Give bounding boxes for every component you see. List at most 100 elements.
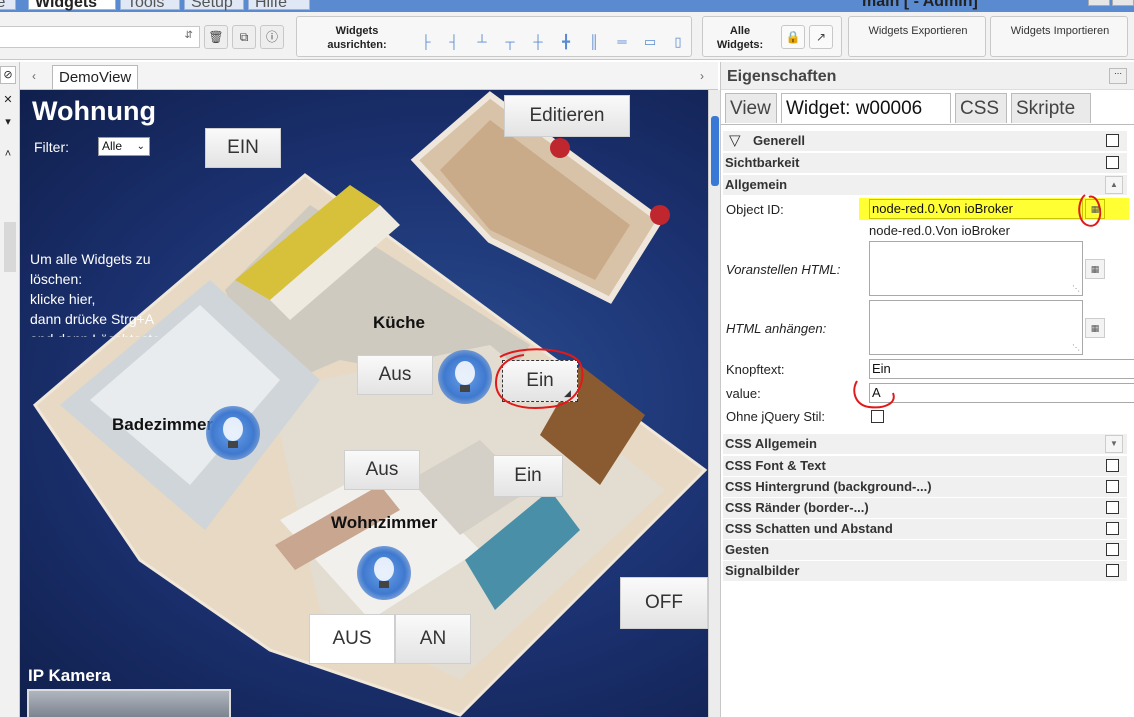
section-css-font-checkbox[interactable]: [1106, 459, 1119, 472]
same-height-icon[interactable]: ▯: [671, 34, 685, 50]
ip-kamera-label: IP Kamera: [28, 666, 111, 685]
button-text-input[interactable]: Ein: [869, 359, 1134, 379]
external-link-icon: ↗: [815, 30, 827, 44]
distribute-h-icon[interactable]: ║: [587, 34, 601, 50]
left-panel-strip: ⊘ ✕ ▾ ˄: [0, 62, 20, 717]
section-generell[interactable]: ▽ Generell: [723, 131, 1127, 151]
menu-tab-file[interactable]: ie: [0, 0, 16, 11]
view-canvas[interactable]: Wohnung Filter: Alle ⌄ EIN Editieren Um …: [20, 90, 708, 717]
align-left-icon[interactable]: ├: [419, 34, 433, 50]
append-html-input[interactable]: ⋱: [869, 300, 1083, 355]
external-button[interactable]: ↗: [809, 25, 833, 49]
prepend-html-edit-button[interactable]: ▦: [1085, 259, 1105, 279]
section-signalbilder[interactable]: Signalbilder: [723, 561, 1127, 581]
section-css-font[interactable]: CSS Font & Text: [723, 456, 1127, 476]
info-button[interactable]: ⓘ: [260, 25, 284, 49]
section-css-border-checkbox[interactable]: [1106, 501, 1119, 514]
aus-button-kueche[interactable]: Aus: [357, 355, 433, 395]
scrollbar-thumb[interactable]: [711, 116, 719, 186]
minimize-button[interactable]: [1088, 0, 1110, 6]
tab-widget[interactable]: Widget: w00006: [781, 93, 951, 123]
close-icon[interactable]: ✕: [0, 92, 16, 110]
tabs-prev-icon[interactable]: ‹: [24, 66, 44, 86]
bulb-badezimmer-icon[interactable]: [206, 406, 260, 460]
info-line: dann drücke Strg+A: [30, 311, 155, 327]
export-label: Widgets Exportieren: [868, 25, 968, 37]
align-center-v-icon[interactable]: ┼: [531, 34, 545, 50]
section-css-border[interactable]: CSS Ränder (border-...): [723, 498, 1127, 518]
append-html-edit-button[interactable]: ▦: [1085, 318, 1105, 338]
tab-view[interactable]: View: [725, 93, 777, 123]
section-signalbilder-checkbox[interactable]: [1106, 564, 1119, 577]
view-tabs-bar: ‹ DemoView ›: [20, 62, 718, 90]
filter-select-value: Alle: [102, 139, 123, 153]
no-jquery-label: Ohne jQuery Stil:: [726, 409, 825, 424]
chevron-up-icon[interactable]: ˄: [0, 146, 16, 164]
section-gesten[interactable]: Gesten: [723, 540, 1127, 560]
export-widgets-button[interactable]: Widgets Exportieren: [848, 16, 986, 57]
filter-icon: ▽: [729, 132, 741, 149]
align-bottom-icon[interactable]: ┬: [503, 34, 517, 50]
an-button-bottom[interactable]: AN: [395, 614, 471, 664]
object-id-input[interactable]: node-red.0.Von ioBroker: [869, 199, 1083, 219]
prepend-html-input[interactable]: ⋱: [869, 241, 1083, 296]
chevron-down-icon[interactable]: ▾: [0, 114, 16, 132]
menu-tab-hilfe[interactable]: Hilfe: [248, 0, 310, 11]
chevron-up-icon[interactable]: ▲: [1105, 176, 1123, 194]
editieren-button[interactable]: Editieren: [504, 95, 630, 137]
info-text: Um alle Widgets zu löschen: klicke hier,…: [30, 249, 200, 337]
section-css-background-checkbox[interactable]: [1106, 480, 1119, 493]
filter-select[interactable]: Alle ⌄: [98, 137, 150, 156]
value-input[interactable]: A: [869, 383, 1134, 403]
section-gesten-checkbox[interactable]: [1106, 543, 1119, 556]
left-scrollbar[interactable]: [4, 222, 16, 272]
align-group: Widgets ausrichten: ├ ┤ ┴ ┬ ┼ ╋ ║ ═ ▭ ▯: [296, 16, 692, 57]
tab-css[interactable]: CSS: [955, 93, 1007, 123]
section-css-shadow[interactable]: CSS Schatten und Abstand: [723, 519, 1127, 539]
widget-select[interactable]: ⇵: [0, 26, 200, 48]
tab-skripte[interactable]: Skripte: [1011, 93, 1091, 123]
canvas-scrollbar[interactable]: [708, 90, 720, 717]
section-css-shadow-checkbox[interactable]: [1106, 522, 1119, 535]
align-top-icon[interactable]: ┴: [475, 34, 489, 50]
bulb-kueche-icon[interactable]: [438, 350, 492, 404]
object-id-label: Object ID:: [726, 202, 784, 217]
same-width-icon[interactable]: ▭: [643, 34, 657, 50]
copy-widget-button[interactable]: ⧉: [232, 25, 256, 49]
bulb-wohnzimmer-icon[interactable]: [357, 546, 411, 600]
aus-button-bottom[interactable]: AUS: [309, 614, 395, 664]
ein-button-top[interactable]: EIN: [205, 128, 281, 168]
align-right-icon[interactable]: ┤: [447, 34, 461, 50]
section-css-allgemein[interactable]: CSS Allgemein ▼: [723, 434, 1127, 454]
section-css-background[interactable]: CSS Hintergrund (background-...): [723, 477, 1127, 497]
lock-all-button[interactable]: 🔒: [781, 25, 805, 49]
delete-widget-button[interactable]: 🗑: [204, 25, 228, 49]
ip-camera-frame[interactable]: [27, 689, 231, 717]
off-button[interactable]: OFF: [620, 577, 708, 629]
no-jquery-checkbox[interactable]: [871, 410, 884, 423]
properties-body: ▽ Generell Sichtbarkeit Allgemein ▲ Obje…: [721, 124, 1134, 717]
annotation-circle-icon: [494, 348, 584, 409]
menu-tab-tools[interactable]: Tools: [120, 0, 180, 11]
section-sichtbarkeit[interactable]: Sichtbarkeit: [723, 153, 1127, 173]
menu-tab-setup[interactable]: Setup: [184, 0, 244, 11]
menu-tab-widgets[interactable]: Widgets: [28, 0, 116, 11]
tab-demoview[interactable]: DemoView: [52, 65, 139, 89]
tabs-next-icon[interactable]: ›: [692, 66, 712, 86]
import-widgets-button[interactable]: Widgets Importieren: [990, 16, 1128, 57]
align-center-h-icon[interactable]: ╋: [559, 34, 573, 50]
close-window-button[interactable]: [1112, 0, 1134, 6]
prepend-html-label: Voranstellen HTML:: [726, 262, 841, 277]
ein-button-wohn[interactable]: Ein: [493, 455, 563, 497]
align-label: Widgets ausrichten:: [327, 25, 387, 51]
section-allgemein[interactable]: Allgemein ▲: [723, 175, 1127, 195]
chevron-down-icon[interactable]: ▼: [1105, 435, 1123, 453]
pin-icon[interactable]: ⊘: [0, 66, 16, 84]
collapse-panel-button[interactable]: ⋯: [1109, 68, 1127, 84]
distribute-v-icon[interactable]: ═: [615, 34, 629, 50]
aus-button-wohn[interactable]: Aus: [344, 450, 420, 490]
button-text-label: Knopftext:: [726, 362, 785, 377]
section-sichtbarkeit-checkbox[interactable]: [1106, 156, 1119, 169]
section-generell-checkbox[interactable]: [1106, 134, 1119, 147]
app-title: main [ - Admin]: [862, 0, 978, 10]
